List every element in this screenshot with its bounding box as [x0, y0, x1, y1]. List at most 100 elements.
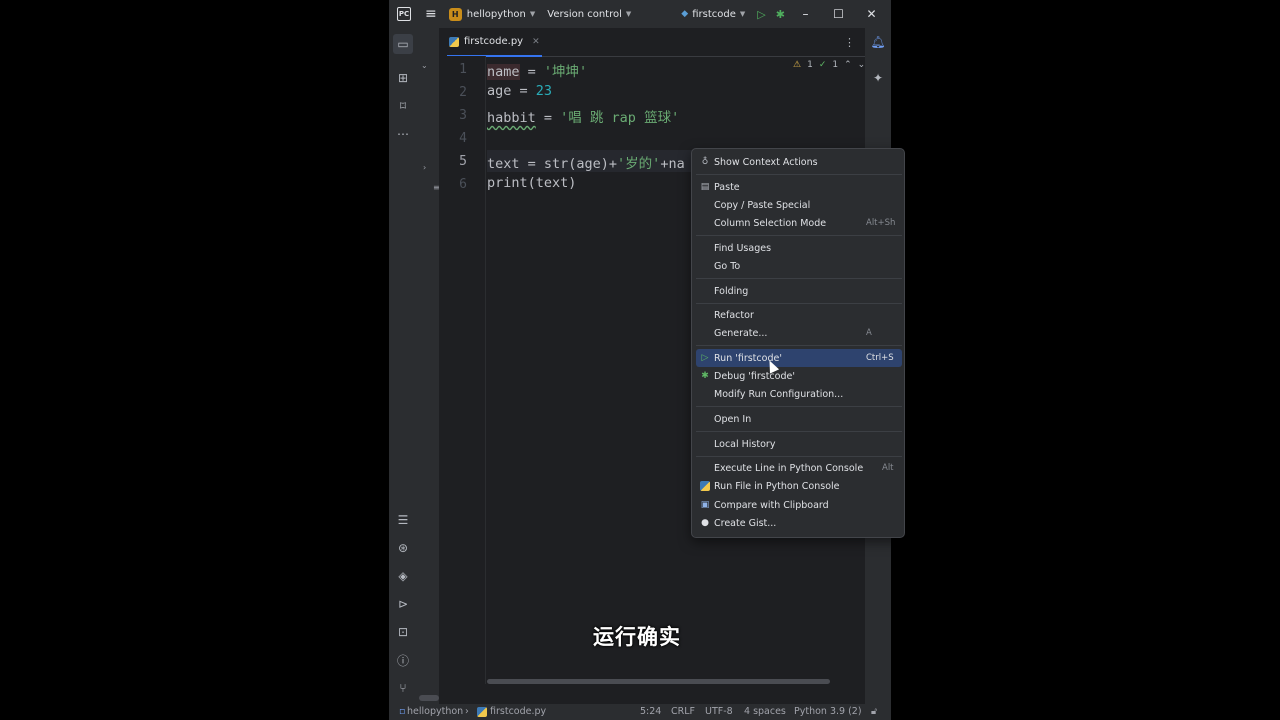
more-tools-icon[interactable]: ⋯ — [395, 126, 411, 142]
editor-context-menu: ♁ Show Context Actions ▤ Paste Copy / Pa… — [691, 148, 905, 538]
status-file[interactable]: firstcode.py — [490, 706, 546, 717]
minimize-icon[interactable]: – — [789, 7, 822, 21]
menu-item-local-history[interactable]: Local History — [696, 435, 902, 453]
menu-item-copy-paste-special[interactable]: Copy / Paste Special — [696, 196, 902, 214]
menu-item-run-firstcode[interactable]: ▷ Run 'firstcode' Ctrl+S — [696, 349, 902, 367]
python-packages-icon[interactable]: ⊛ — [395, 540, 411, 556]
notifications-icon[interactable]: 🔔︎ — [870, 34, 886, 50]
ok-count: 1 — [832, 60, 839, 70]
menu-item-create-gist[interactable]: ● Create Gist... — [696, 514, 902, 532]
menu-item-modify-run-config[interactable]: Modify Run Configuration... — [696, 385, 902, 403]
check-icon: ✓ — [818, 60, 827, 70]
line-number: 5 — [459, 154, 467, 169]
close-icon[interactable]: ✕ — [855, 7, 888, 21]
menu-item-debug-firstcode[interactable]: ✱ Debug 'firstcode' — [696, 367, 902, 385]
line-number: 4 — [459, 131, 467, 146]
inspection-widget[interactable]: ⚠ 1 ✓ 1 ⌃ ⌄ — [793, 60, 865, 70]
menu-separator — [696, 303, 902, 304]
chevron-up-icon[interactable]: ⌃ — [844, 60, 852, 70]
problems-icon[interactable]: ⓘ — [395, 652, 411, 668]
title-bar: PC ≡ H hellopython ▼ Version control ▼ ◆… — [389, 0, 891, 28]
run-icon: ▷ — [701, 353, 709, 363]
project-name: hellopython — [466, 8, 526, 20]
code-line-6: print(text) — [487, 175, 577, 191]
todo-list-icon[interactable]: ☰ — [395, 512, 411, 528]
code-line-5: text = str(age)+'岁的'+na — [487, 156, 685, 172]
module-icon: ▫ — [399, 706, 406, 717]
chevron-down-icon: ▼ — [625, 10, 632, 18]
main-menu-icon[interactable]: ≡ — [425, 6, 437, 22]
editor-tab-bar: firstcode.py ✕ ⋮ — [439, 28, 865, 57]
code-line-3: habbit = '唱 跳 rap 篮球' — [487, 110, 680, 126]
chevron-down-icon: ▼ — [739, 10, 746, 18]
menu-item-find-usages[interactable]: Find Usages — [696, 239, 902, 257]
line-number: 6 — [459, 177, 467, 192]
menu-item-show-context-actions[interactable]: ♁ Show Context Actions — [696, 153, 902, 171]
debug-icon[interactable]: ✱ — [776, 8, 785, 21]
menu-item-folding[interactable]: Folding — [696, 282, 902, 300]
chevron-down-icon: ▼ — [529, 10, 536, 18]
chevron-right-icon: › — [465, 706, 469, 717]
line-number: 1 — [459, 62, 467, 77]
python-file-icon — [477, 707, 487, 717]
vcs-selector[interactable]: Version control ▼ — [547, 9, 631, 20]
caret-position[interactable]: 5:24 — [640, 706, 661, 717]
menu-item-run-file-console[interactable]: Run File in Python Console — [696, 477, 902, 495]
pycharm-logo-icon: PC — [397, 7, 411, 21]
status-bar: ▫ hellopython › firstcode.py 5:24 CRLF U… — [389, 704, 891, 720]
git-icon[interactable]: ⑂ — [395, 680, 411, 696]
bookmarks-icon[interactable]: ⌑ — [395, 98, 411, 114]
menu-separator — [696, 345, 902, 346]
left-tool-strip: ▭ ⊞ ⌑ ⋯ ☰ ⊛ ◈ ⊳ ⊡ ⓘ ⑂ — [389, 28, 417, 704]
project-folder-icon[interactable]: ▭ — [393, 34, 413, 54]
code-line-2: age = 23 — [487, 83, 553, 99]
run-config-selector[interactable]: ◆ firstcode ▼ — [681, 9, 745, 20]
ai-assistant-icon[interactable]: ✦ — [870, 70, 886, 86]
structure-icon[interactable]: ⊞ — [395, 70, 411, 86]
services-icon[interactable]: ⊳ — [395, 596, 411, 612]
compare-icon: ▣ — [700, 500, 710, 510]
menu-item-go-to[interactable]: Go To — [696, 257, 902, 275]
line-number: 3 — [459, 108, 467, 123]
chevron-right-icon[interactable]: › — [423, 163, 426, 172]
python-icon — [700, 481, 710, 491]
close-tab-icon[interactable]: ✕ — [532, 37, 540, 47]
project-badge: H — [448, 7, 462, 21]
menu-item-column-selection[interactable]: Column Selection Mode Alt+Sh — [696, 214, 902, 232]
code-line-1: name = '坤坤' — [487, 64, 588, 80]
line-separator[interactable]: CRLF — [671, 706, 695, 717]
indent-setting[interactable]: 4 spaces — [744, 706, 786, 717]
github-icon: ● — [701, 518, 709, 528]
run-config-name: firstcode — [692, 8, 736, 20]
status-project[interactable]: hellopython — [407, 706, 463, 717]
menu-separator — [696, 235, 902, 236]
clipboard-icon: ▤ — [700, 182, 710, 192]
tab-firstcode[interactable]: firstcode.py ✕ — [447, 28, 542, 57]
menu-item-refactor[interactable]: Refactor — [696, 306, 902, 324]
maximize-icon[interactable]: ☐ — [822, 7, 855, 21]
editor-horizontal-scrollbar[interactable] — [487, 679, 830, 684]
layers-icon[interactable]: ◈ — [395, 568, 411, 584]
line-gutter: 1 2 3 4 5 6 — [439, 56, 486, 684]
terminal-icon[interactable]: ⊡ — [395, 624, 411, 640]
python-config-icon: ◆ — [681, 9, 689, 19]
menu-item-compare-clipboard[interactable]: ▣ Compare with Clipboard — [696, 496, 902, 514]
collapsed-project-panel: ⌄ › ≡ — [417, 28, 440, 704]
more-options-icon[interactable]: ⋮ — [844, 36, 855, 49]
chevron-down-icon[interactable]: ⌄ — [421, 61, 428, 70]
python-interpreter[interactable]: Python 3.9 (2) — [794, 706, 862, 717]
run-icon[interactable]: ▷ — [757, 8, 765, 21]
project-selector[interactable]: hellopython ▼ — [467, 9, 536, 20]
menu-separator — [696, 456, 902, 457]
menu-item-open-in[interactable]: Open In — [696, 410, 902, 428]
video-subtitle: 运行确实 — [593, 625, 681, 649]
menu-separator — [696, 278, 902, 279]
file-encoding[interactable]: UTF-8 — [705, 706, 733, 717]
menu-item-execute-line[interactable]: Execute Line in Python Console Alt — [696, 459, 902, 477]
menu-item-paste[interactable]: ▤ Paste — [696, 178, 902, 196]
menu-separator — [696, 174, 902, 175]
horizontal-scrollbar[interactable] — [419, 695, 439, 701]
python-file-icon — [449, 36, 459, 47]
lock-icon[interactable]: 🔓︎ — [871, 706, 877, 717]
menu-item-generate[interactable]: Generate... A — [696, 324, 902, 342]
